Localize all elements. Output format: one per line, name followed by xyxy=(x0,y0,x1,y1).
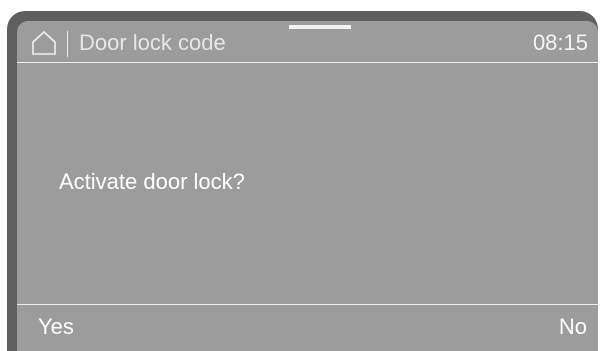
header-divider xyxy=(17,62,598,63)
header-separator xyxy=(67,31,68,57)
header-bar: Door lock code 08:15 xyxy=(17,21,598,62)
footer-divider xyxy=(17,304,598,305)
display-screen: Door lock code 08:15 Activate door lock?… xyxy=(17,21,598,351)
device-bezel: Door lock code 08:15 Activate door lock?… xyxy=(7,11,598,351)
dialog-question: Activate door lock? xyxy=(59,169,245,194)
home-icon[interactable] xyxy=(31,30,57,56)
no-button[interactable]: No xyxy=(559,314,587,340)
yes-button[interactable]: Yes xyxy=(38,314,74,340)
clock-time: 08:15 xyxy=(532,30,588,55)
page-title: Door lock code xyxy=(79,30,226,55)
